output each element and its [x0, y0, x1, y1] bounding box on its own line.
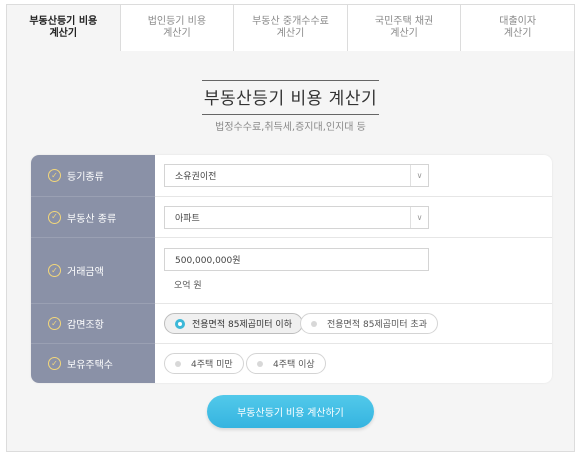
radio-selected-icon	[175, 318, 185, 329]
title-wrap: 부동산등기 비용 계산기	[7, 80, 574, 115]
calculate-button[interactable]: 부동산등기 비용 계산하기	[207, 395, 374, 428]
row-label: ✓ 등기종류	[31, 155, 155, 197]
property-type-select[interactable]: 아파트 ∨	[164, 206, 429, 229]
radio-label: 4주택 미만	[191, 360, 233, 370]
page-subtitle: 법정수수료,취득세,증지대,인지대 등	[215, 122, 366, 133]
row-content: 4주택 미만 4주택 이상	[155, 344, 552, 383]
row-property-type: ✓ 부동산 종류 아파트 ∨	[31, 197, 552, 238]
radio-area-over-85[interactable]: 전용면적 85제곱미터 초과	[300, 313, 438, 334]
label-text: 감면조항	[67, 320, 104, 331]
registration-type-select[interactable]: 소유권이전 ∨	[164, 164, 429, 187]
tab-bar: 부동산등기 비용 계산기 법인등기 비용 계산기 부동산 중개수수료 계산기 국…	[6, 4, 575, 52]
check-circle-icon: ✓	[48, 317, 61, 330]
label-text: 보유주택수	[67, 360, 113, 371]
row-registration-type: ✓ 등기종류 소유권이전 ∨	[31, 155, 552, 197]
calculator-form: ✓ 등기종류 소유권이전 ∨ ✓ 부동산 종류 아파트 ∨ ✓ 거래금액 500…	[31, 155, 552, 383]
row-label: ✓ 보유주택수	[31, 344, 155, 383]
tab-housing-bond[interactable]: 국민주택 채권 계산기	[347, 5, 462, 52]
label-text: 거래금액	[67, 267, 104, 278]
row-content: 소유권이전 ∨	[155, 155, 552, 197]
transaction-amount-input[interactable]	[164, 248, 429, 271]
tab-loan-interest[interactable]: 대출이자 계산기	[461, 5, 575, 52]
tab-corporate-registration[interactable]: 법인등기 비용 계산기	[120, 5, 235, 52]
radio-unselected-icon	[257, 360, 263, 367]
chevron-down-icon: ∨	[410, 207, 428, 228]
tab-brokerage-fee[interactable]: 부동산 중개수수료 계산기	[234, 5, 348, 52]
page-title: 부동산등기 비용 계산기	[201, 80, 380, 115]
check-circle-icon: ✓	[48, 169, 61, 182]
row-content: 오억 원	[155, 238, 552, 304]
calculator-panel: 부동산등기 비용 계산기 법정수수료,취득세,증지대,인지대 등 ✓ 등기종류 …	[6, 51, 575, 452]
label-text: 등기종류	[67, 172, 104, 183]
row-reduction-clause: ✓ 감면조항 전용면적 85제곱미터 이하 전용면적 85제곱미터 초과	[31, 304, 552, 344]
row-label: ✓ 감면조항	[31, 304, 155, 344]
amount-in-words: 오억 원	[174, 281, 202, 291]
row-label: ✓ 부동산 종류	[31, 197, 155, 238]
check-circle-icon: ✓	[48, 264, 61, 277]
check-circle-icon: ✓	[48, 357, 61, 370]
radio-label: 4주택 이상	[273, 360, 315, 370]
row-content: 아파트 ∨	[155, 197, 552, 238]
radio-area-85-or-less[interactable]: 전용면적 85제곱미터 이하	[164, 313, 303, 334]
radio-unselected-icon	[311, 320, 317, 327]
radio-under-4-houses[interactable]: 4주택 미만	[164, 353, 244, 374]
row-house-count: ✓ 보유주택수 4주택 미만 4주택 이상	[31, 344, 552, 383]
label-text: 부동산 종류	[67, 213, 117, 225]
radio-label: 전용면적 85제곱미터 이하	[192, 320, 292, 330]
radio-unselected-icon	[175, 360, 181, 367]
row-label: ✓ 거래금액	[31, 238, 155, 304]
row-transaction-amount: ✓ 거래금액 오억 원	[31, 238, 552, 304]
tab-real-estate-registration[interactable]: 부동산등기 비용 계산기	[7, 5, 121, 52]
chevron-down-icon: ∨	[410, 165, 428, 186]
radio-label: 전용면적 85제곱미터 초과	[327, 320, 427, 330]
row-content: 전용면적 85제곱미터 이하 전용면적 85제곱미터 초과	[155, 304, 552, 344]
check-circle-icon: ✓	[48, 210, 61, 224]
radio-4-or-more-houses[interactable]: 4주택 이상	[246, 353, 326, 374]
select-value: 소유권이전	[175, 172, 217, 182]
select-value: 아파트	[175, 214, 200, 224]
